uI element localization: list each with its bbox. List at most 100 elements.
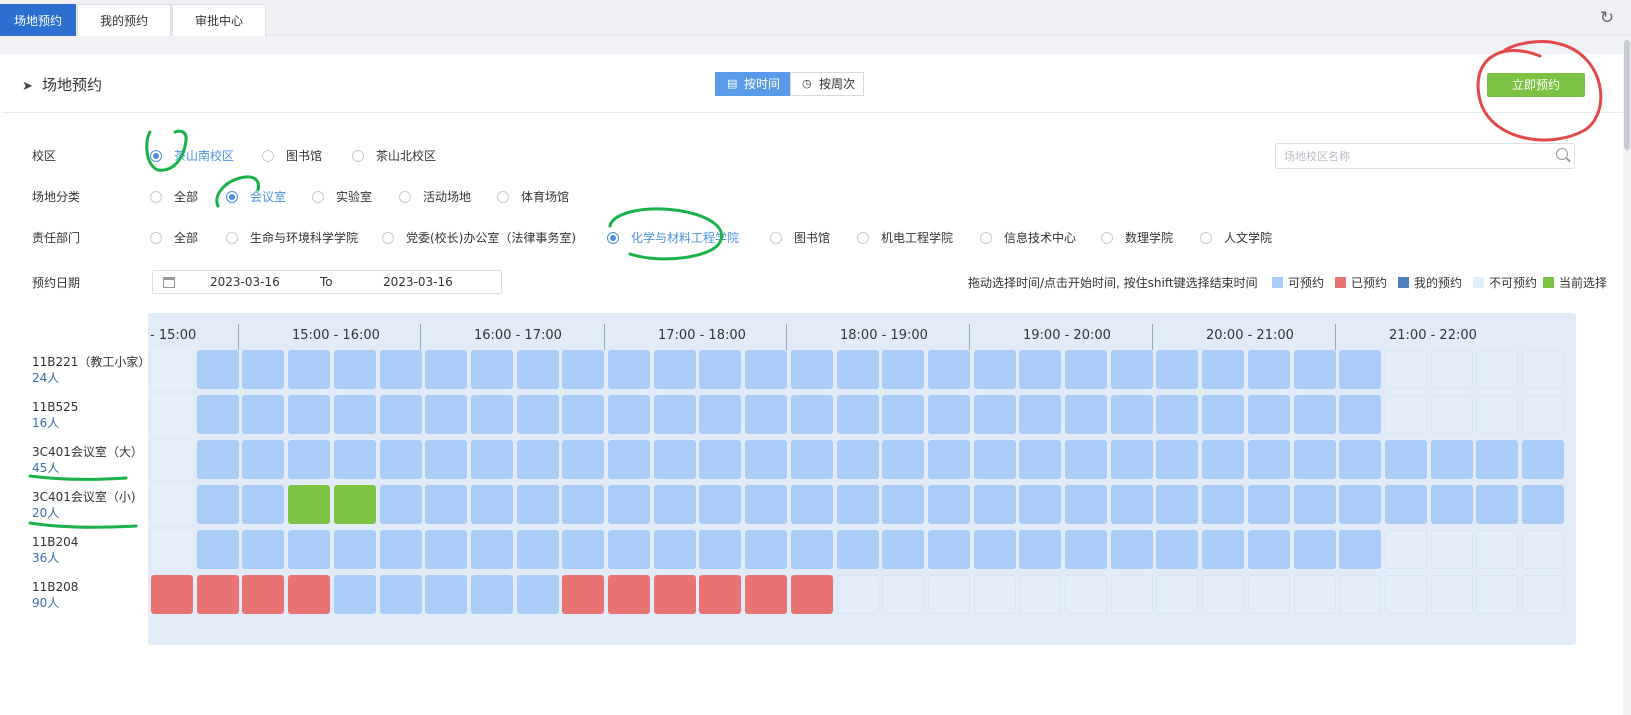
slot-available[interactable] [928,395,970,434]
department-option-chemistry-materials[interactable]: 化学与材料工程学院 [607,229,739,246]
slot-available[interactable] [1065,350,1107,389]
slot-available[interactable] [608,350,650,389]
slot-available[interactable] [242,395,284,434]
slot-available[interactable] [974,440,1016,479]
slot-available[interactable] [1111,530,1153,569]
slot-available[interactable] [1202,530,1244,569]
slot-available[interactable] [517,440,559,479]
slot-available[interactable] [791,395,833,434]
slot-available[interactable] [1065,440,1107,479]
department-option-library[interactable]: 图书馆 [770,229,830,246]
slot-available[interactable] [837,395,879,434]
slot-available[interactable] [197,350,239,389]
slot-available[interactable] [517,530,559,569]
slot-available[interactable] [1339,530,1381,569]
slot-available[interactable] [654,395,696,434]
slot-available[interactable] [791,440,833,479]
slot-available[interactable] [562,530,604,569]
slot-available[interactable] [425,350,467,389]
slot-available[interactable] [608,485,650,524]
slot-available[interactable] [654,440,696,479]
slot-available[interactable] [288,440,330,479]
slot-available[interactable] [1019,485,1061,524]
slot-available[interactable] [471,485,513,524]
slot-available[interactable] [699,440,741,479]
slot-available[interactable] [974,485,1016,524]
slot-available[interactable] [745,485,787,524]
slot-available[interactable] [334,395,376,434]
slot-available[interactable] [654,485,696,524]
slot-available[interactable] [699,485,741,524]
department-option-mechatronics[interactable]: 机电工程学院 [857,229,953,246]
slot-available[interactable] [1476,440,1518,479]
book-now-button[interactable]: 立即预约 [1487,73,1585,97]
slot-available[interactable] [1476,485,1518,524]
slot-available[interactable] [425,395,467,434]
slot-selected[interactable] [334,485,376,524]
slot-available[interactable] [425,440,467,479]
slot-available[interactable] [791,350,833,389]
slot-available[interactable] [1385,485,1427,524]
slot-available[interactable] [1202,440,1244,479]
venue-search-field[interactable] [1275,143,1575,169]
slot-available[interactable] [745,350,787,389]
category-option-activity-venue[interactable]: 活动场地 [399,188,471,205]
slot-available[interactable] [334,350,376,389]
slot-available[interactable] [1019,350,1061,389]
slot-available[interactable] [1156,485,1198,524]
slot-available[interactable] [745,395,787,434]
slot-available[interactable] [1019,440,1061,479]
slot-available[interactable] [974,350,1016,389]
slot-available[interactable] [1522,440,1564,479]
slot-available[interactable] [745,440,787,479]
slot-available[interactable] [837,350,879,389]
slot-available[interactable] [242,530,284,569]
campus-option-chashan-south[interactable]: 茶山南校区 [150,147,234,164]
campus-option-library[interactable]: 图书馆 [262,147,322,164]
department-option-party-office[interactable]: 党委(校长)办公室（法律事务室) [382,229,576,246]
slot-available[interactable] [928,440,970,479]
slot-available[interactable] [608,395,650,434]
slot-available[interactable] [517,395,559,434]
slot-available[interactable] [882,350,924,389]
slot-available[interactable] [562,440,604,479]
refresh-icon[interactable]: ↻ [1597,8,1617,28]
slot-available[interactable] [197,440,239,479]
slot-available[interactable] [745,530,787,569]
slot-available[interactable] [1339,440,1381,479]
slot-available[interactable] [837,485,879,524]
top-tab-approval-center[interactable]: 审批中心 [172,4,266,36]
slot-available[interactable] [242,485,284,524]
slot-available[interactable] [334,440,376,479]
end-date[interactable]: 2023-03-16 [383,275,453,289]
slot-available[interactable] [1019,530,1061,569]
department-option-all[interactable]: 全部 [150,229,198,246]
slot-available[interactable] [380,395,422,434]
campus-option-chashan-north[interactable]: 茶山北校区 [352,147,436,164]
slot-available[interactable] [1202,350,1244,389]
slot-available[interactable] [471,575,513,614]
slot-available[interactable] [699,395,741,434]
slot-available[interactable] [654,530,696,569]
slot-available[interactable] [791,485,833,524]
slot-available[interactable] [471,440,513,479]
slot-available[interactable] [791,530,833,569]
slot-available[interactable] [425,530,467,569]
slot-available[interactable] [1248,530,1290,569]
department-option-humanities[interactable]: 人文学院 [1200,229,1272,246]
slot-available[interactable] [517,485,559,524]
slot-available[interactable] [1065,395,1107,434]
slot-available[interactable] [242,440,284,479]
slot-available[interactable] [471,350,513,389]
slot-available[interactable] [1294,485,1336,524]
view-by-week-button[interactable]: ◷ 按周次 [790,72,864,96]
slot-available[interactable] [837,530,879,569]
slot-available[interactable] [425,485,467,524]
slot-available[interactable] [471,530,513,569]
slot-available[interactable] [242,350,284,389]
slot-available[interactable] [1065,530,1107,569]
slot-available[interactable] [1294,350,1336,389]
slot-available[interactable] [517,575,559,614]
slot-available[interactable] [1294,395,1336,434]
slot-available[interactable] [1339,350,1381,389]
